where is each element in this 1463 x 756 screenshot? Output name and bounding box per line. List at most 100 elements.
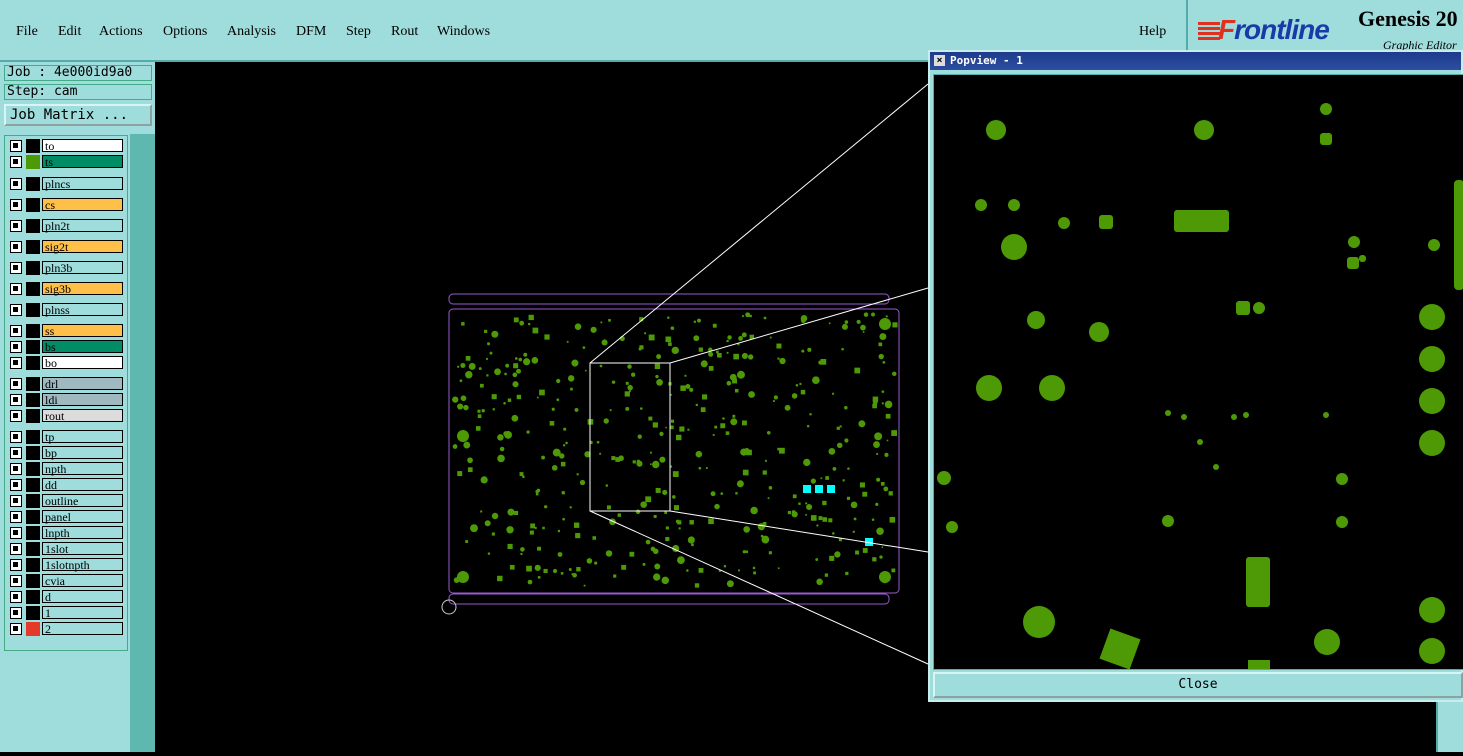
menu-analysis[interactable]: Analysis [227,24,276,40]
layer-checkbox[interactable] [10,479,22,491]
menu-file[interactable]: File [16,24,38,40]
layer-row-bp[interactable]: bp [7,446,125,460]
layer-name[interactable]: drl [42,377,123,390]
menu-options[interactable]: Options [163,24,207,40]
layer-color-swatch[interactable] [26,155,40,169]
layer-row-bo[interactable]: bo [7,356,125,370]
layer-name[interactable]: sig2t [42,240,123,253]
layer-row-sig3b[interactable]: sig3b [7,282,125,296]
layer-row-ldi[interactable]: ldi [7,393,125,407]
layer-row-rout[interactable]: rout [7,409,125,423]
layer-name[interactable]: rout [42,409,123,422]
layer-row-cs[interactable]: cs [7,198,125,212]
layer-name[interactable]: bs [42,340,123,353]
layer-checkbox[interactable] [10,357,22,369]
layer-color-swatch[interactable] [26,393,40,407]
layer-checkbox[interactable] [10,220,22,232]
layer-name[interactable]: cs [42,198,123,211]
layer-checkbox[interactable] [10,495,22,507]
layer-name[interactable]: bp [42,446,123,459]
layer-name[interactable]: 1 [42,606,123,619]
layer-name[interactable]: to [42,139,123,152]
layer-checkbox[interactable] [10,199,22,211]
layer-name[interactable]: ts [42,155,123,168]
layer-checkbox[interactable] [10,447,22,459]
layer-color-swatch[interactable] [26,542,40,556]
layer-row-d[interactable]: d [7,590,125,604]
layer-row-to[interactable]: to [7,139,125,153]
layer-name[interactable]: panel [42,510,123,523]
layer-color-swatch[interactable] [26,446,40,460]
layer-checkbox[interactable] [10,156,22,168]
job-matrix-button[interactable]: Job Matrix ... [4,104,152,126]
layer-color-swatch[interactable] [26,303,40,317]
close-button[interactable]: Close [933,672,1463,698]
layer-checkbox[interactable] [10,283,22,295]
layer-color-swatch[interactable] [26,574,40,588]
layer-row-sig2t[interactable]: sig2t [7,240,125,254]
layer-name[interactable]: 1slotnpth [42,558,123,571]
layer-row-drl[interactable]: drl [7,377,125,391]
layer-row-pln2t[interactable]: pln2t [7,219,125,233]
popview-canvas[interactable] [933,74,1463,670]
layer-row-outline[interactable]: outline [7,494,125,508]
layer-color-swatch[interactable] [26,558,40,572]
layer-name[interactable]: dd [42,478,123,491]
layer-name[interactable]: pln2t [42,219,123,232]
layer-checkbox[interactable] [10,463,22,475]
menu-help[interactable]: Help [1139,24,1166,40]
layer-color-swatch[interactable] [26,139,40,153]
layer-row-pln3b[interactable]: pln3b [7,261,125,275]
layer-checkbox[interactable] [10,140,22,152]
layer-color-swatch[interactable] [26,462,40,476]
layer-name[interactable]: outline [42,494,123,507]
layer-color-swatch[interactable] [26,324,40,338]
layer-color-swatch[interactable] [26,340,40,354]
layer-row-ts[interactable]: ts [7,155,125,169]
layer-row-1slotnpth[interactable]: 1slotnpth [7,558,125,572]
layer-checkbox[interactable] [10,394,22,406]
layer-row-panel[interactable]: panel [7,510,125,524]
layer-row-dd[interactable]: dd [7,478,125,492]
layer-checkbox[interactable] [10,178,22,190]
layer-color-swatch[interactable] [26,478,40,492]
layer-name[interactable]: lnpth [42,526,123,539]
layer-row-1slot[interactable]: 1slot [7,542,125,556]
layer-name[interactable]: bo [42,356,123,369]
layer-scrollbar[interactable] [130,134,155,752]
layer-name[interactable]: 1slot [42,542,123,555]
layer-row-tp[interactable]: tp [7,430,125,444]
layer-checkbox[interactable] [10,527,22,539]
layer-name[interactable]: pln3b [42,261,123,274]
layer-color-swatch[interactable] [26,377,40,391]
layer-color-swatch[interactable] [26,240,40,254]
layer-color-swatch[interactable] [26,526,40,540]
layer-color-swatch[interactable] [26,622,40,636]
layer-row-lnpth[interactable]: lnpth [7,526,125,540]
layer-checkbox[interactable] [10,304,22,316]
layer-checkbox[interactable] [10,607,22,619]
layer-row-2[interactable]: 2 [7,622,125,636]
layer-name[interactable]: ss [42,324,123,337]
layer-checkbox[interactable] [10,410,22,422]
layer-color-swatch[interactable] [26,219,40,233]
menu-actions[interactable]: Actions [99,24,143,40]
layer-name[interactable]: tp [42,430,123,443]
layer-name[interactable]: d [42,590,123,603]
layer-row-ss[interactable]: ss [7,324,125,338]
layer-color-swatch[interactable] [26,494,40,508]
layer-checkbox[interactable] [10,511,22,523]
layer-row-bs[interactable]: bs [7,340,125,354]
layer-checkbox[interactable] [10,378,22,390]
layer-color-swatch[interactable] [26,590,40,604]
menu-step[interactable]: Step [346,24,371,40]
layer-color-swatch[interactable] [26,430,40,444]
layer-checkbox[interactable] [10,241,22,253]
layer-checkbox[interactable] [10,623,22,635]
layer-checkbox[interactable] [10,325,22,337]
layer-color-swatch[interactable] [26,282,40,296]
layer-color-swatch[interactable] [26,177,40,191]
layer-checkbox[interactable] [10,575,22,587]
popview-titlebar[interactable]: × Popview - 1 [930,52,1461,70]
layer-row-1[interactable]: 1 [7,606,125,620]
